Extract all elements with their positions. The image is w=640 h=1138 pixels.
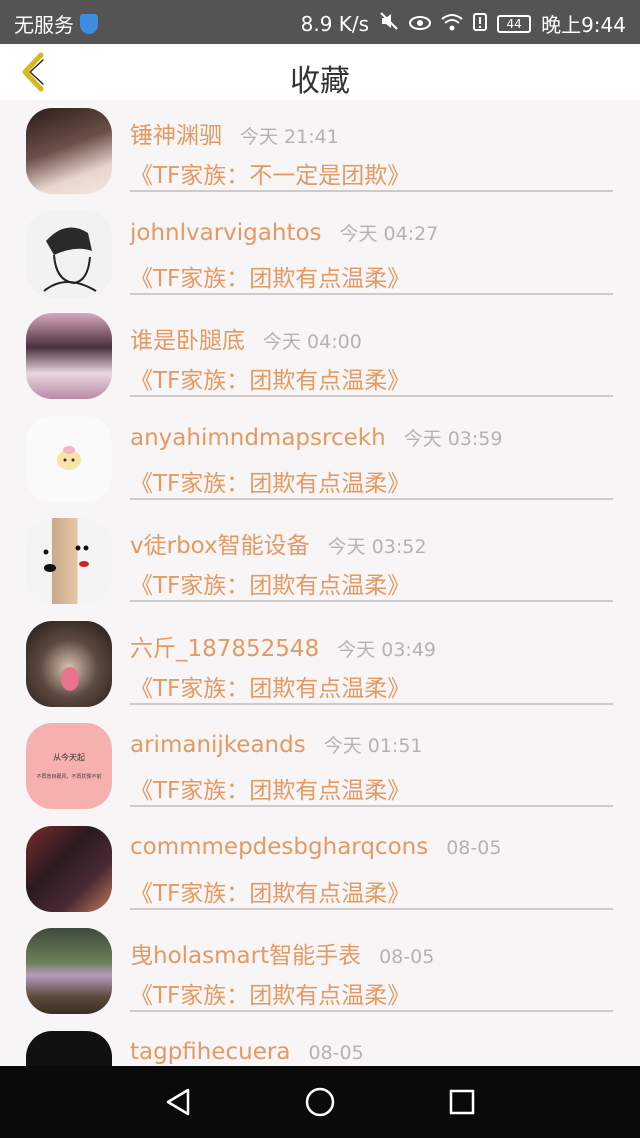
status-bar: 无服务 8.9 K/s 44 晚上9:44	[0, 0, 640, 44]
user-name[interactable]: commmepdesbgharqcons	[130, 834, 428, 860]
name-line: arimanijkeands 今天 01:51	[130, 731, 423, 758]
navigation-bar	[0, 1066, 640, 1138]
list-item[interactable]: tagpfihecuera 08-05	[0, 1023, 640, 1066]
divider	[130, 190, 613, 192]
mute-icon	[379, 11, 399, 36]
user-name[interactable]: arimanijkeands	[130, 732, 306, 758]
topic-title[interactable]: 《TF家族：团欺有点温柔》	[130, 259, 410, 293]
name-line: 谁是卧腿底 今天 04:00	[130, 321, 362, 355]
name-line: commmepdesbgharqcons 08-05	[130, 834, 501, 860]
list-item[interactable]: 六斤_187852548 今天 03:49 《TF家族：团欺有点温柔》	[0, 613, 640, 716]
timestamp: 今天 04:00	[263, 331, 362, 353]
timestamp: 08-05	[308, 1041, 364, 1064]
user-name[interactable]: anyahimndmapsrcekh	[130, 425, 386, 451]
topic-title[interactable]: 《TF家族：团欺有点温柔》	[130, 976, 410, 1010]
nav-recents-button[interactable]	[444, 1084, 480, 1120]
avatar	[26, 313, 112, 399]
alert-icon	[473, 12, 488, 36]
timestamp: 今天 21:41	[240, 126, 339, 148]
topic-title[interactable]: 《TF家族：团欺有点温柔》	[130, 464, 410, 498]
user-name[interactable]: 六斤_187852548	[130, 629, 319, 663]
topic-title[interactable]: 《TF家族：团欺有点温柔》	[130, 669, 410, 703]
wifi-icon	[441, 12, 463, 36]
divider	[130, 805, 613, 807]
avatar	[26, 620, 112, 707]
user-name[interactable]: johnlvarvigahtos	[130, 220, 322, 246]
name-line: 六斤_187852548 今天 03:49	[130, 629, 436, 663]
square-recents-icon	[449, 1089, 475, 1115]
shield-icon	[80, 13, 98, 34]
user-name[interactable]: 锤神渊驷	[130, 116, 222, 150]
list-item[interactable]: v徒rbox智能设备 今天 03:52 《TF家族：团欺有点温柔》	[0, 510, 640, 613]
name-line: v徒rbox智能设备 今天 03:52	[130, 526, 426, 560]
avatar	[26, 210, 112, 297]
divider	[130, 395, 613, 397]
list-item[interactable]: 谁是卧腿底 今天 04:00 《TF家族：团欺有点温柔》	[0, 305, 640, 408]
divider	[130, 497, 613, 500]
topic-title[interactable]: 《TF家族：不一定是团欺》	[130, 156, 410, 190]
timestamp: 今天 03:52	[327, 536, 427, 558]
triangle-back-icon	[166, 1088, 190, 1116]
list-item[interactable]: johnlvarvigahtos 今天 04:27 《TF家族：团欺有点温柔》	[0, 203, 640, 306]
battery-icon: 44	[497, 14, 532, 33]
avatar	[26, 825, 112, 912]
user-name[interactable]: 曳holasmart智能手表	[130, 936, 361, 970]
timestamp: 08-05	[446, 836, 502, 859]
avatar	[26, 415, 112, 502]
name-line: 曳holasmart智能手表 08-05	[130, 936, 434, 970]
avatar: 从今天起 不再盲目跟风，不再犹豫不前	[26, 723, 112, 809]
timestamp: 今天 04:27	[339, 222, 439, 245]
divider	[130, 702, 613, 705]
list-item[interactable]: 锤神渊驷 今天 21:41 《TF家族：不一定是团欺》	[0, 100, 640, 203]
divider	[130, 292, 613, 295]
eye-icon	[409, 12, 432, 36]
favorites-list[interactable]: 锤神渊驷 今天 21:41 《TF家族：不一定是团欺》 johnlvarviga…	[0, 100, 640, 1066]
list-item[interactable]: 从今天起 不再盲目跟风，不再犹豫不前 arimanijkeands 今天 01:…	[0, 715, 640, 818]
nav-back-button[interactable]	[160, 1084, 196, 1120]
divider	[130, 600, 613, 602]
topic-title[interactable]: 《TF家族：团欺有点温柔》	[130, 874, 410, 908]
list-item[interactable]: anyahimndmapsrcekh 今天 03:59 《TF家族：团欺有点温柔…	[0, 408, 640, 511]
carrier-text: 无服务	[14, 13, 74, 37]
name-line: anyahimndmapsrcekh 今天 03:59	[130, 424, 502, 451]
user-name[interactable]: 谁是卧腿底	[130, 321, 245, 355]
page-title: 收藏	[290, 64, 350, 99]
name-line: tagpfihecuera 08-05	[130, 1039, 364, 1065]
avatar	[26, 928, 112, 1014]
avatar-text: 不再盲目跟风，不再犹豫不前	[36, 774, 102, 780]
title-bar: 收藏	[0, 44, 640, 100]
divider	[130, 1010, 613, 1012]
avatar-text: 从今天起	[53, 753, 85, 762]
divider	[130, 907, 613, 910]
timestamp: 今天 03:59	[403, 427, 503, 450]
avatar	[26, 1030, 112, 1066]
circle-home-icon	[305, 1087, 335, 1117]
timestamp: 今天 01:51	[323, 735, 423, 757]
topic-title[interactable]: 《TF家族：团欺有点温柔》	[130, 771, 410, 805]
list-item[interactable]: commmepdesbgharqcons 08-05 《TF家族：团欺有点温柔》	[0, 818, 640, 921]
clock: 晚上9:44	[541, 13, 626, 37]
topic-title[interactable]: 《TF家族：团欺有点温柔》	[130, 361, 410, 395]
user-name[interactable]: tagpfihecuera	[130, 1039, 290, 1065]
network-speed: 8.9 K/s	[300, 11, 370, 36]
name-line: 锤神渊驷 今天 21:41	[130, 116, 339, 150]
name-line: johnlvarvigahtos 今天 04:27	[130, 219, 438, 246]
timestamp: 08-05	[379, 946, 435, 968]
user-name[interactable]: v徒rbox智能设备	[130, 526, 310, 560]
nav-home-button[interactable]	[302, 1084, 338, 1120]
topic-title[interactable]: 《TF家族：团欺有点温柔》	[130, 566, 410, 600]
list-item[interactable]: 曳holasmart智能手表 08-05 《TF家族：团欺有点温柔》	[0, 920, 640, 1023]
timestamp: 今天 03:49	[337, 638, 436, 661]
status-right: 8.9 K/s 44 晚上9:44	[301, 9, 626, 38]
status-left: 无服务	[14, 9, 98, 38]
avatar	[26, 518, 112, 604]
avatar	[26, 108, 112, 194]
